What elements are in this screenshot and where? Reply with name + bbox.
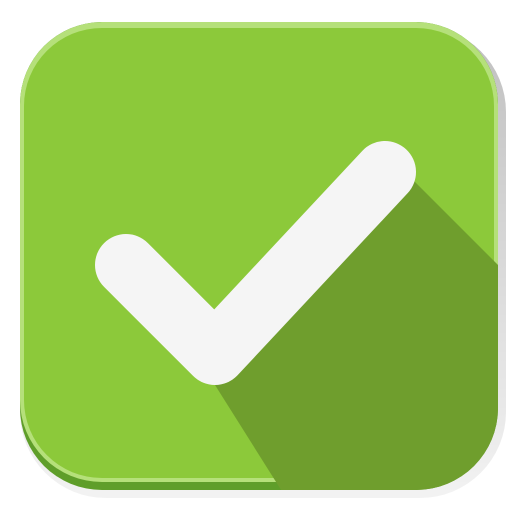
app-icon-canvas: [0, 0, 512, 512]
checkmark-app-icon[interactable]: [0, 0, 512, 512]
